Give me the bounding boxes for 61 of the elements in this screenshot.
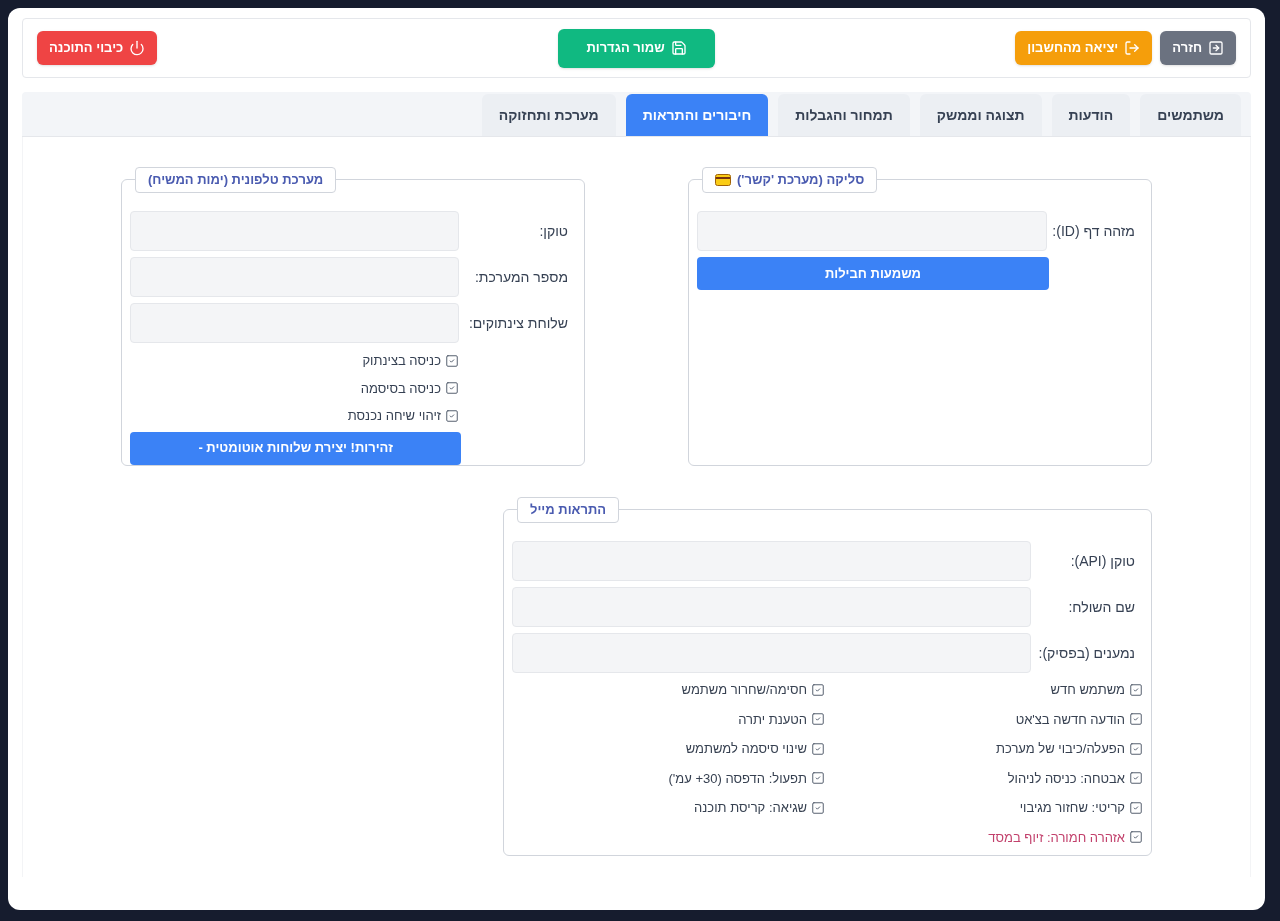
checkbox[interactable] <box>1129 682 1143 697</box>
auto-create-button[interactable]: זהירות! יצירת שלוחות אוטומטית - <box>130 431 462 465</box>
checkbox-label: הפעלה/כיבוי של מערכת <box>995 740 1125 758</box>
field-label: נמענים (בפסיק): <box>1037 643 1136 663</box>
checkbox-label: כניסה בסיסמה <box>360 379 441 398</box>
checkbox-label: הודעה חדשה בצ'אט <box>1015 710 1125 729</box>
checkbox-label: שגיאה: קריסת תוכנה <box>694 799 807 817</box>
input-field[interactable] <box>697 211 1047 251</box>
checkbox-label: משתמש חדש <box>1050 681 1125 699</box>
field-label: שם השולח: <box>1067 597 1136 617</box>
checkbox-label: קריטי: שחזור מגיבוי <box>1019 799 1125 817</box>
field-label: שלוחת צינתוקים: <box>467 313 569 333</box>
field-label: מספר המערכת: <box>473 267 569 287</box>
tab[interactable]: תמחור והגבלות <box>778 94 910 136</box>
checkbox[interactable] <box>811 800 825 815</box>
checkbox-label: כניסה בצינתוק <box>362 352 441 370</box>
enter-icon <box>1208 40 1224 56</box>
tab[interactable]: הודעות <box>1051 94 1131 136</box>
field-label: טוקן (API): <box>1069 551 1136 571</box>
checkbox-label: הטענת יתרה <box>738 710 807 729</box>
back-button[interactable]: חזרה <box>1160 31 1236 65</box>
tab[interactable]: חיבורים והתראות <box>625 94 769 136</box>
input-field[interactable] <box>130 303 459 343</box>
checkbox[interactable] <box>811 771 825 786</box>
checkbox[interactable] <box>811 741 825 756</box>
checkbox[interactable] <box>811 712 825 727</box>
tab[interactable]: תצוגה וממשק <box>919 94 1042 136</box>
section-title: התראות מייל <box>517 497 620 523</box>
checkbox[interactable] <box>1129 771 1143 786</box>
checkbox[interactable] <box>1129 830 1143 845</box>
logout-icon <box>1124 40 1141 56</box>
card-icon <box>715 174 731 186</box>
checkbox[interactable] <box>1129 712 1143 727</box>
checkbox-label: אבטחה: כניסה לניהול <box>1007 769 1125 788</box>
save-button[interactable]: שמור הגדרות <box>558 28 715 68</box>
save-icon <box>670 40 687 56</box>
checkbox[interactable] <box>1129 800 1143 815</box>
checkbox-label: אזהרה חמורה: זיוף במסד <box>988 828 1125 847</box>
checkbox[interactable] <box>811 682 825 697</box>
input-field[interactable] <box>512 587 1031 627</box>
field-label: טוקן: <box>538 221 569 241</box>
input-field[interactable] <box>512 541 1031 581</box>
section-title: מערכת טלפונית (ימות המשיח) <box>135 167 337 193</box>
packages-button[interactable]: משמעות חבילות <box>697 257 1049 290</box>
checkbox[interactable] <box>1129 741 1143 756</box>
checkbox[interactable] <box>445 408 459 423</box>
power-icon <box>129 40 146 56</box>
checkbox[interactable] <box>445 353 459 368</box>
checkbox-label: תפעול: הדפסה (30+ עמ') <box>668 769 807 788</box>
field-label: מזהה דף (ID): <box>1051 221 1136 241</box>
input-field[interactable] <box>130 257 459 297</box>
power-button[interactable]: כיבוי התוכנה <box>37 31 158 65</box>
section-title: סליקה (מערכת 'קשר') <box>702 167 878 193</box>
tab[interactable]: מערכת ותחזוקה <box>481 94 616 136</box>
checkbox-label: שינוי סיסמה למשתמש <box>685 740 807 758</box>
input-field[interactable] <box>130 211 459 251</box>
checkbox-label: זיהוי שיחה נכנסת <box>347 407 441 425</box>
checkbox[interactable] <box>445 381 459 396</box>
input-field[interactable] <box>512 633 1031 673</box>
checkbox-label: חסימה/שחרור משתמש <box>681 681 807 699</box>
tab[interactable]: משתמשים <box>1140 94 1241 136</box>
